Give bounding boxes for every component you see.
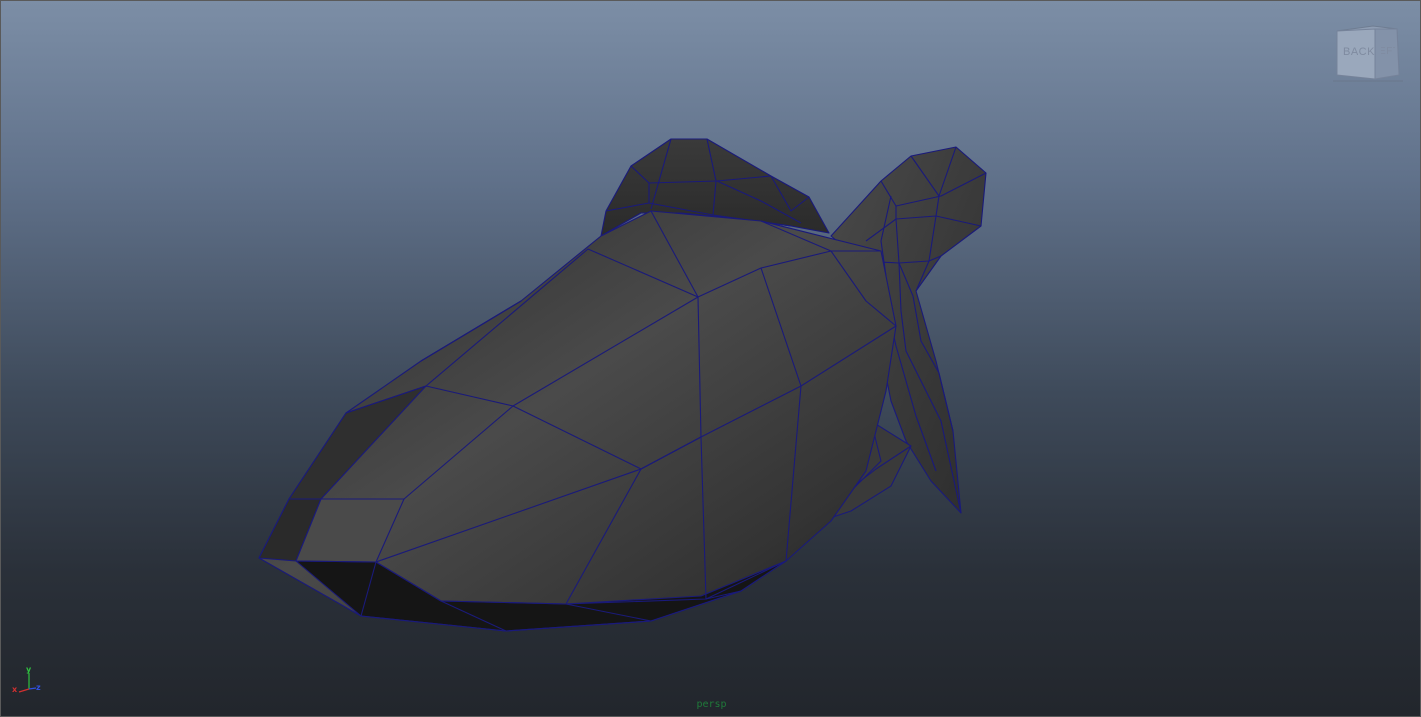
axis-gizmo: y x z [9,665,49,699]
axis-x-label: x [12,685,18,694]
view-cube-back-label[interactable]: BACK [1343,46,1375,58]
axis-z-label: z [36,683,41,692]
3d-viewport[interactable]: BACK LEFT y x z persp [0,0,1421,717]
polygon-mesh-model[interactable] [1,1,1421,717]
view-cube[interactable]: BACK LEFT [1331,23,1405,85]
view-cube-left-text: LEFT [1381,46,1395,57]
view-cube-left-label[interactable]: LEFT [1381,46,1395,57]
camera-name-label: persp [696,699,727,710]
axis-y-label: y [26,665,32,674]
